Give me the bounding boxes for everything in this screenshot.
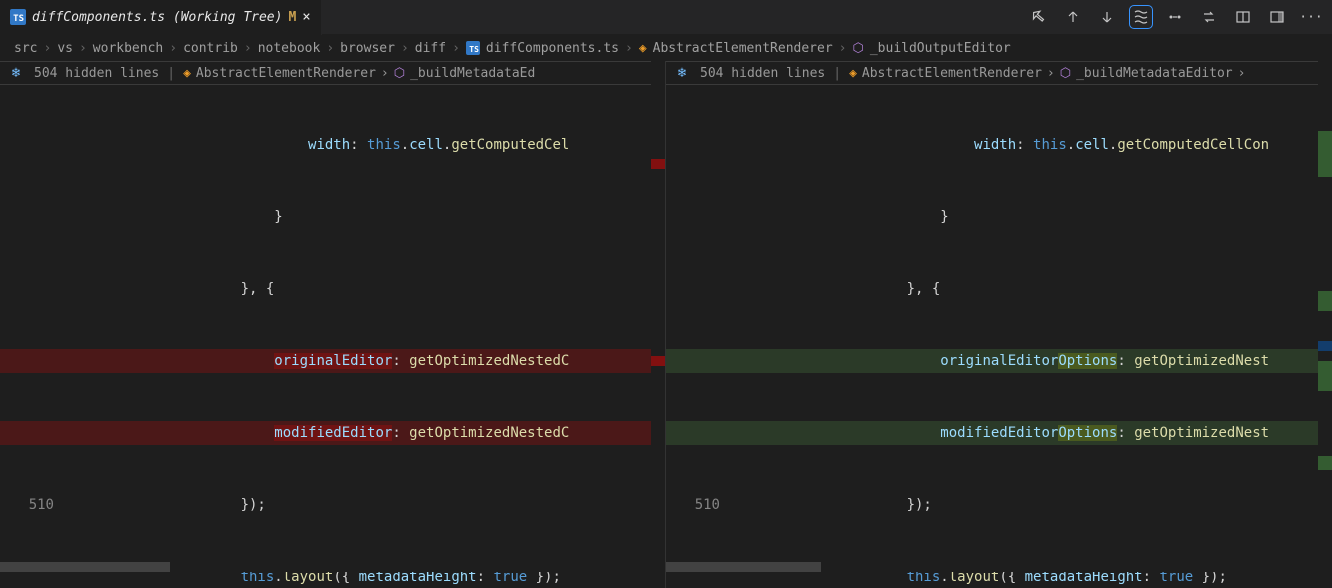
ts-file-icon: TS bbox=[10, 9, 26, 25]
next-change-icon[interactable] bbox=[1096, 6, 1118, 28]
tab-bar: TS diffComponents.ts (Working Tree) M × … bbox=[0, 0, 1332, 35]
crumb[interactable]: workbench bbox=[93, 41, 163, 56]
unfold-icon[interactable]: ❄ bbox=[6, 65, 26, 81]
swap-icon[interactable] bbox=[1198, 6, 1220, 28]
fold-region[interactable]: ❄ 504 hidden lines | ◈ AbstractElementRe… bbox=[0, 61, 665, 85]
diff-editor: ❄ 504 hidden lines | ◈ AbstractElementRe… bbox=[0, 61, 1332, 588]
whitespace-icon[interactable] bbox=[1164, 6, 1186, 28]
modified-badge: M bbox=[288, 10, 296, 25]
tab-title: diffComponents.ts (Working Tree) bbox=[32, 10, 282, 25]
crumb[interactable]: browser bbox=[340, 41, 395, 56]
split-editor-icon[interactable] bbox=[1266, 6, 1288, 28]
code-block[interactable]: width: this.cell.getComputedCel } }, { o… bbox=[0, 85, 665, 588]
crumb[interactable]: src bbox=[14, 41, 37, 56]
symbol-class-icon: ◈ bbox=[849, 66, 857, 81]
crumb[interactable]: _buildOutputEditor bbox=[870, 41, 1011, 56]
editor-actions: ··· bbox=[1028, 6, 1332, 28]
file-tab[interactable]: TS diffComponents.ts (Working Tree) M × bbox=[0, 0, 322, 35]
toggle-inline-icon[interactable] bbox=[1232, 6, 1254, 28]
line-number[interactable]: 510 bbox=[666, 493, 738, 517]
modified-pane: ❄ 504 hidden lines | ◈ AbstractElementRe… bbox=[666, 61, 1332, 588]
horizontal-scrollbar[interactable] bbox=[0, 562, 665, 572]
crumb[interactable]: diffComponents.ts bbox=[486, 41, 619, 56]
crumb[interactable]: AbstractElementRenderer bbox=[653, 41, 833, 56]
hidden-count: 504 hidden lines bbox=[34, 66, 159, 81]
symbol-class-icon: ◈ bbox=[183, 66, 191, 81]
symbol-method-icon: ⬡ bbox=[394, 66, 405, 81]
symbol-method-icon: ⬡ bbox=[852, 41, 863, 56]
crumb[interactable]: diff bbox=[415, 41, 446, 56]
horizontal-scrollbar[interactable] bbox=[666, 562, 1332, 572]
fold-class: AbstractElementRenderer bbox=[196, 66, 376, 81]
crumb[interactable]: notebook bbox=[258, 41, 321, 56]
fold-method: _buildMetadataEd bbox=[410, 66, 535, 81]
discard-icon[interactable] bbox=[1028, 6, 1050, 28]
fold-region[interactable]: ❄ 504 hidden lines | ◈ AbstractElementRe… bbox=[666, 61, 1332, 85]
ts-file-icon: TS bbox=[466, 41, 480, 55]
crumb[interactable]: contrib bbox=[183, 41, 238, 56]
overview-ruler[interactable] bbox=[651, 61, 665, 588]
symbol-class-icon: ◈ bbox=[639, 41, 647, 56]
breadcrumb[interactable]: src› vs› workbench› contrib› notebook› b… bbox=[0, 35, 1332, 61]
unfold-icon[interactable]: ❄ bbox=[672, 65, 692, 81]
code-block[interactable]: width: this.cell.getComputedCellCon } },… bbox=[666, 85, 1332, 588]
close-icon[interactable]: × bbox=[302, 9, 310, 25]
more-actions-icon[interactable]: ··· bbox=[1300, 6, 1322, 28]
original-pane: ❄ 504 hidden lines | ◈ AbstractElementRe… bbox=[0, 61, 666, 588]
fold-class: AbstractElementRenderer bbox=[862, 66, 1042, 81]
collapse-unchanged-icon[interactable] bbox=[1130, 6, 1152, 28]
chevron-icon: › bbox=[43, 41, 51, 56]
hidden-count: 504 hidden lines bbox=[700, 66, 825, 81]
line-number[interactable]: 510 bbox=[0, 493, 72, 517]
overview-ruler[interactable] bbox=[1318, 61, 1332, 588]
fold-method: _buildMetadataEditor bbox=[1076, 66, 1233, 81]
prev-change-icon[interactable] bbox=[1062, 6, 1084, 28]
symbol-method-icon: ⬡ bbox=[1060, 66, 1071, 81]
crumb[interactable]: vs bbox=[57, 41, 73, 56]
